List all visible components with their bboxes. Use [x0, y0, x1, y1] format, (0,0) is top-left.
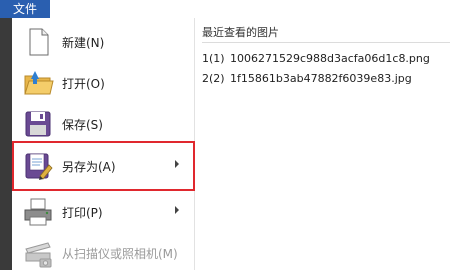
menu-item-from-scanner-or-camera[interactable]: 从扫描仪或照相机(M): [17, 233, 189, 273]
menu-item-label: 从扫描仪或照相机(M): [62, 246, 178, 261]
file-menu-tab[interactable]: 文件: [0, 0, 50, 18]
menu-item-print[interactable]: 打印(P): [17, 192, 189, 232]
menu-item-label: 新建(N): [62, 35, 105, 50]
save-disk-icon: [25, 111, 51, 137]
open-folder-icon: [24, 71, 54, 95]
scanner-icon: [25, 242, 52, 268]
printer-icon: [24, 198, 52, 226]
save-as-highlight-box: [12, 141, 195, 191]
menu-item-open[interactable]: 打开(O): [17, 63, 189, 103]
menu-item-new[interactable]: 新建(N): [17, 22, 189, 62]
recent-divider: [202, 42, 450, 43]
submenu-arrow-icon: [175, 206, 179, 214]
menu-item-save[interactable]: 保存(S): [17, 104, 189, 144]
recent-item[interactable]: 2(2) 1f15861b3ab47882f6039e83.jpg: [202, 72, 412, 90]
recent-item-filename: 1006271529c988d3acfa06d1c8.png: [230, 52, 430, 65]
recent-images-title: 最近查看的图片: [202, 26, 279, 39]
menu-item-label: 打印(P): [62, 205, 103, 220]
window-background-edge: [0, 0, 12, 270]
recent-item-filename: 1f15861b3ab47882f6039e83.jpg: [230, 72, 412, 85]
recent-item-number: 1(1): [202, 52, 225, 65]
new-document-icon: [29, 28, 49, 56]
recent-item-number: 2(2): [202, 72, 225, 85]
recent-item[interactable]: 1(1) 1006271529c988d3acfa06d1c8.png: [202, 52, 430, 70]
menu-item-label: 保存(S): [62, 117, 103, 132]
menu-item-label: 打开(O): [62, 76, 105, 91]
recent-images-panel: 最近查看的图片 1(1) 1006271529c988d3acfa06d1c8.…: [196, 18, 450, 270]
